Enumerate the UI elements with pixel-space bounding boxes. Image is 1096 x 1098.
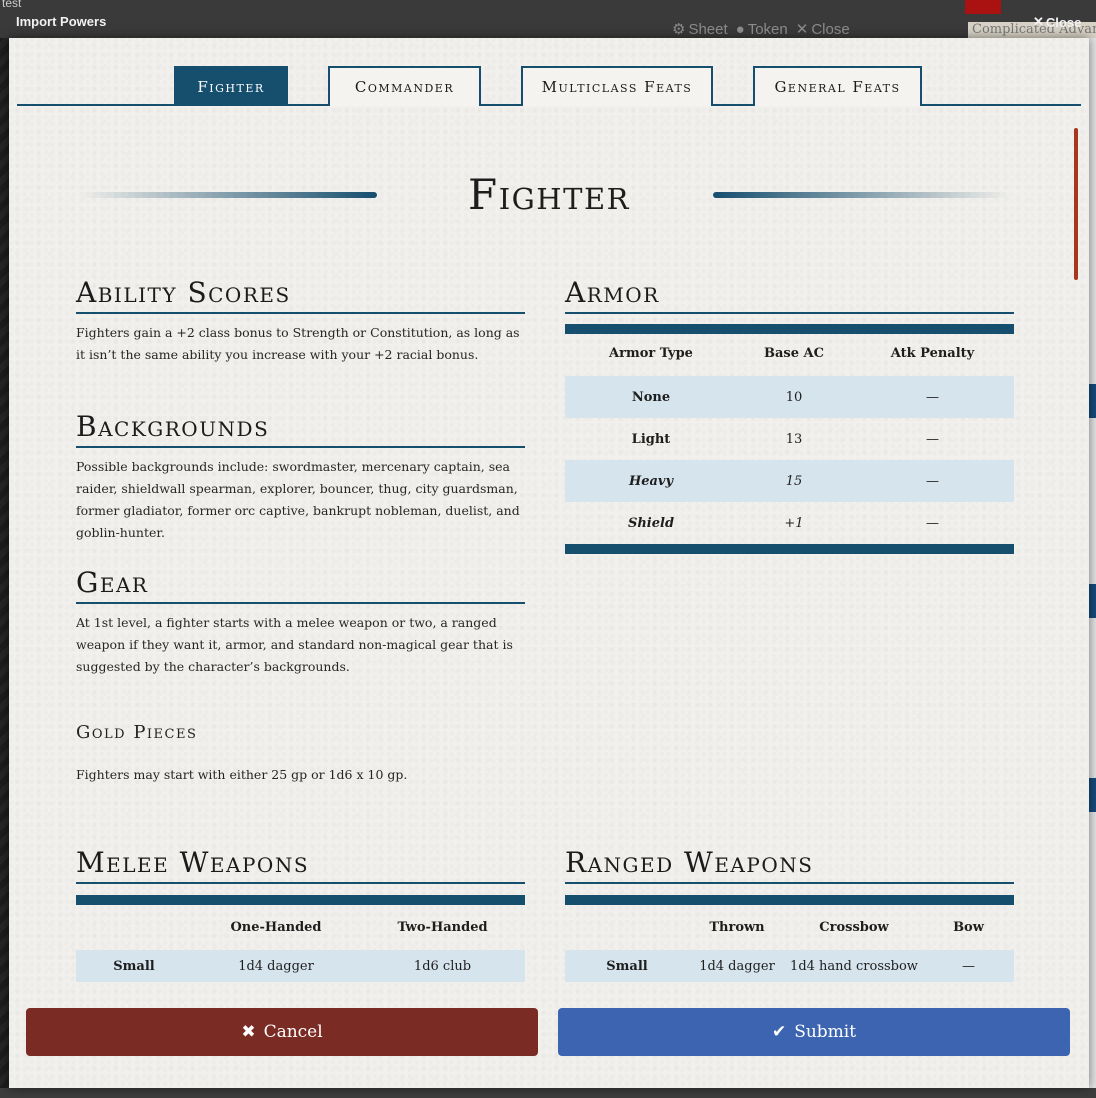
table-row: Shield +1 — bbox=[565, 502, 1014, 544]
table-cell: 15 bbox=[737, 460, 851, 502]
table-cell: 1d4 hand crossbow bbox=[785, 950, 923, 982]
background-user-label: test bbox=[2, 0, 22, 10]
tab-label: General Feats bbox=[774, 78, 901, 96]
close-icon: ✕ bbox=[1033, 14, 1044, 29]
table-cell: 1d6 club bbox=[360, 950, 525, 982]
tab-label: Commander bbox=[354, 78, 455, 96]
import-powers-dialog: Fighter Commander Multiclass Feats Gener… bbox=[9, 38, 1089, 1088]
table-row: Heavy 15 — bbox=[565, 460, 1014, 502]
table-row: Light 13 — bbox=[565, 418, 1014, 460]
title-divider-right bbox=[713, 192, 1011, 198]
backgrounds-text: Possible backgrounds include: swordmaste… bbox=[76, 459, 520, 540]
column-header: Atk Penalty bbox=[890, 345, 975, 361]
melee-weapons-table: One-Handed Two-Handed Small 1d4 dagger 1… bbox=[76, 904, 525, 982]
tab-label: Multiclass Feats bbox=[541, 78, 693, 96]
table-cell: — bbox=[923, 950, 1014, 982]
table-cell: Heavy bbox=[565, 460, 737, 502]
user-icon: ● bbox=[735, 20, 745, 38]
melee-weapons-heading: Melee Weapons bbox=[76, 846, 525, 884]
background-red-button bbox=[965, 0, 1001, 14]
dialog-title: Import Powers bbox=[16, 14, 107, 29]
table-cell: Small bbox=[565, 950, 689, 982]
background-tab-block bbox=[1089, 778, 1096, 812]
gold-pieces-text: Fighters may start with either 25 gp or … bbox=[76, 767, 408, 782]
tab-commander[interactable]: Commander bbox=[328, 66, 481, 106]
table-row: Small 1d4 dagger 1d6 club bbox=[76, 950, 525, 982]
table-cell: — bbox=[851, 376, 1014, 418]
gold-pieces-heading: Gold Pieces bbox=[76, 722, 198, 743]
token-link[interactable]: ● Token bbox=[736, 20, 788, 38]
tab-multiclass-feats[interactable]: Multiclass Feats bbox=[521, 66, 713, 106]
sheet-label: Sheet bbox=[688, 20, 728, 38]
table-cell: Small bbox=[76, 950, 192, 982]
dialog-close-label: Close bbox=[1045, 14, 1082, 30]
armor-table: Armor Type Base AC Atk Penalty None 10 —… bbox=[565, 330, 1014, 544]
column-header: Armor Type bbox=[609, 345, 693, 361]
table-cell: Light bbox=[631, 431, 671, 447]
sheet-link[interactable]: ⚙ Sheet bbox=[672, 20, 728, 39]
tab-general-feats[interactable]: General Feats bbox=[753, 66, 922, 106]
column-header: Base AC bbox=[764, 345, 824, 361]
table-row: None 10 — bbox=[565, 376, 1014, 418]
close-icon: ✖ bbox=[241, 1022, 256, 1042]
dialog-close-button[interactable]: ✕ Close bbox=[1033, 14, 1081, 30]
column-header: Bow bbox=[953, 919, 984, 935]
backgrounds-heading: Backgrounds bbox=[76, 410, 525, 448]
background-tab-block bbox=[1089, 584, 1096, 618]
table-row: Small 1d4 dagger 1d4 hand crossbow — bbox=[565, 950, 1014, 982]
table-cell: 1d4 dagger bbox=[689, 950, 785, 982]
token-label: Token bbox=[747, 20, 788, 38]
tab-bar: Fighter Commander Multiclass Feats Gener… bbox=[17, 66, 1081, 106]
table-cell: — bbox=[926, 515, 939, 531]
column-header: Crossbow bbox=[819, 919, 889, 935]
ranged-weapons-heading: Ranged Weapons bbox=[565, 846, 1014, 884]
table-cell: +1 bbox=[784, 515, 804, 531]
background-sheet-bar: ⚙ Sheet ● Token ✕ Close bbox=[672, 20, 850, 39]
submit-button[interactable]: ✔ Submit bbox=[558, 1008, 1070, 1056]
background-right-strip bbox=[1089, 38, 1096, 1088]
column-header: Thrown bbox=[709, 919, 765, 935]
table-cell: Shield bbox=[627, 515, 675, 531]
ability-scores-heading: Ability Scores bbox=[76, 276, 525, 314]
background-tab-block bbox=[1089, 384, 1096, 418]
table-cell: 13 bbox=[785, 431, 803, 447]
checkmark-icon: ✔ bbox=[771, 1022, 787, 1042]
table-cell: — bbox=[926, 431, 939, 447]
armor-heading: Armor bbox=[565, 276, 1014, 314]
cancel-button[interactable]: ✖ Cancel bbox=[26, 1008, 538, 1056]
gear-text: At 1st level, a fighter starts with a me… bbox=[76, 615, 513, 674]
column-header: One-Handed bbox=[230, 919, 322, 935]
gear-icon: ⚙ bbox=[672, 21, 686, 38]
ranged-weapons-table: Thrown Crossbow Bow Small 1d4 dagger 1d4… bbox=[565, 904, 1014, 982]
tab-fighter[interactable]: Fighter bbox=[174, 66, 288, 106]
armor-table-bar-bottom bbox=[565, 544, 1014, 554]
table-cell: — bbox=[851, 460, 1014, 502]
tab-label: Fighter bbox=[197, 78, 265, 96]
column-header bbox=[76, 904, 192, 950]
column-header bbox=[565, 904, 689, 950]
submit-label: Submit bbox=[794, 1022, 857, 1042]
table-cell: 1d4 dagger bbox=[192, 950, 360, 982]
background-close-label: Close bbox=[811, 20, 850, 38]
table-cell: None bbox=[565, 376, 737, 418]
column-header: Two-Handed bbox=[397, 919, 488, 935]
table-cell: 10 bbox=[737, 376, 851, 418]
close-icon: ✕ bbox=[795, 21, 809, 38]
background-close-link[interactable]: ✕ Close bbox=[795, 20, 850, 39]
ability-scores-text: Fighters gain a +2 class bonus to Streng… bbox=[76, 325, 520, 362]
cancel-label: Cancel bbox=[263, 1022, 323, 1042]
background-topbar bbox=[0, 0, 1096, 38]
gear-heading: Gear bbox=[76, 566, 525, 604]
background-bottom-bar bbox=[0, 1088, 1096, 1098]
